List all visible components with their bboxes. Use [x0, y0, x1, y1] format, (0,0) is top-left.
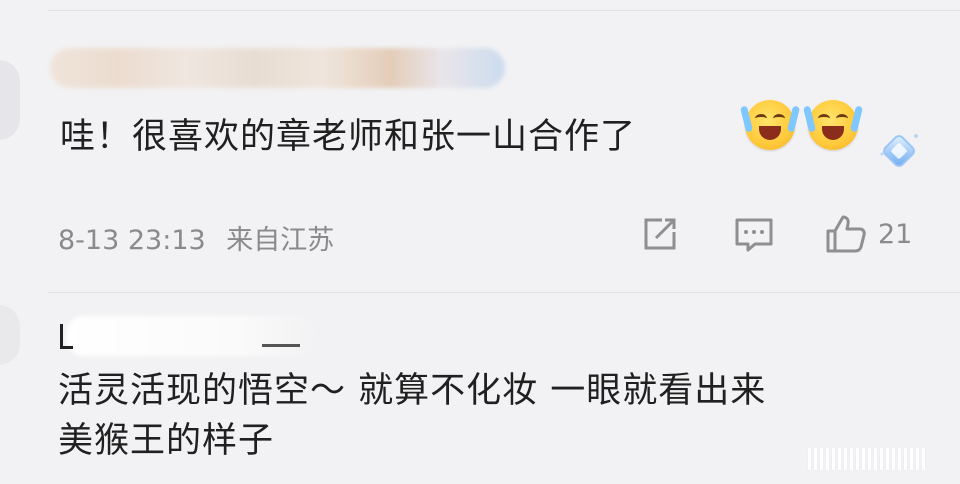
diamond-badge-icon	[880, 134, 918, 167]
share-button[interactable]	[640, 212, 680, 256]
comment-location: 来自江苏	[226, 225, 335, 256]
username-blurred[interactable]	[66, 316, 316, 356]
avatar[interactable]	[0, 305, 20, 365]
divider	[48, 292, 960, 293]
laugh-cry-emoji	[739, 100, 801, 150]
thumbs-up-icon	[826, 215, 866, 253]
share-icon	[644, 218, 676, 250]
username-fragment	[262, 344, 300, 347]
like-count: 21	[878, 218, 913, 250]
comment-text: 哇！很喜欢的章老师和张一山合作了	[60, 117, 637, 157]
comment-date: 8-13 23:13	[58, 225, 206, 256]
laugh-cry-emoji	[802, 100, 864, 150]
comment-text-line: 美猴王的样子	[58, 421, 275, 461]
watermark	[808, 448, 948, 470]
like-button[interactable]: 21	[824, 212, 912, 256]
username-fragment	[60, 324, 73, 349]
username-blurred[interactable]	[50, 48, 505, 88]
comment-text: 活灵活现的悟空～ 就算不化妆 一眼就看出来 美猴王的样子	[58, 366, 766, 466]
comment-text-line: 活灵活现的悟空～ 就算不化妆 一眼就看出来	[58, 371, 767, 411]
comment-icon	[735, 218, 773, 252]
reply-button[interactable]	[733, 212, 775, 256]
comment-meta: 8-13 23:13 来自江苏	[58, 218, 334, 257]
comment-item: 哇！很喜欢的章老师和张一山合作了 8-13 23:13 来自江苏 21	[0, 0, 960, 270]
